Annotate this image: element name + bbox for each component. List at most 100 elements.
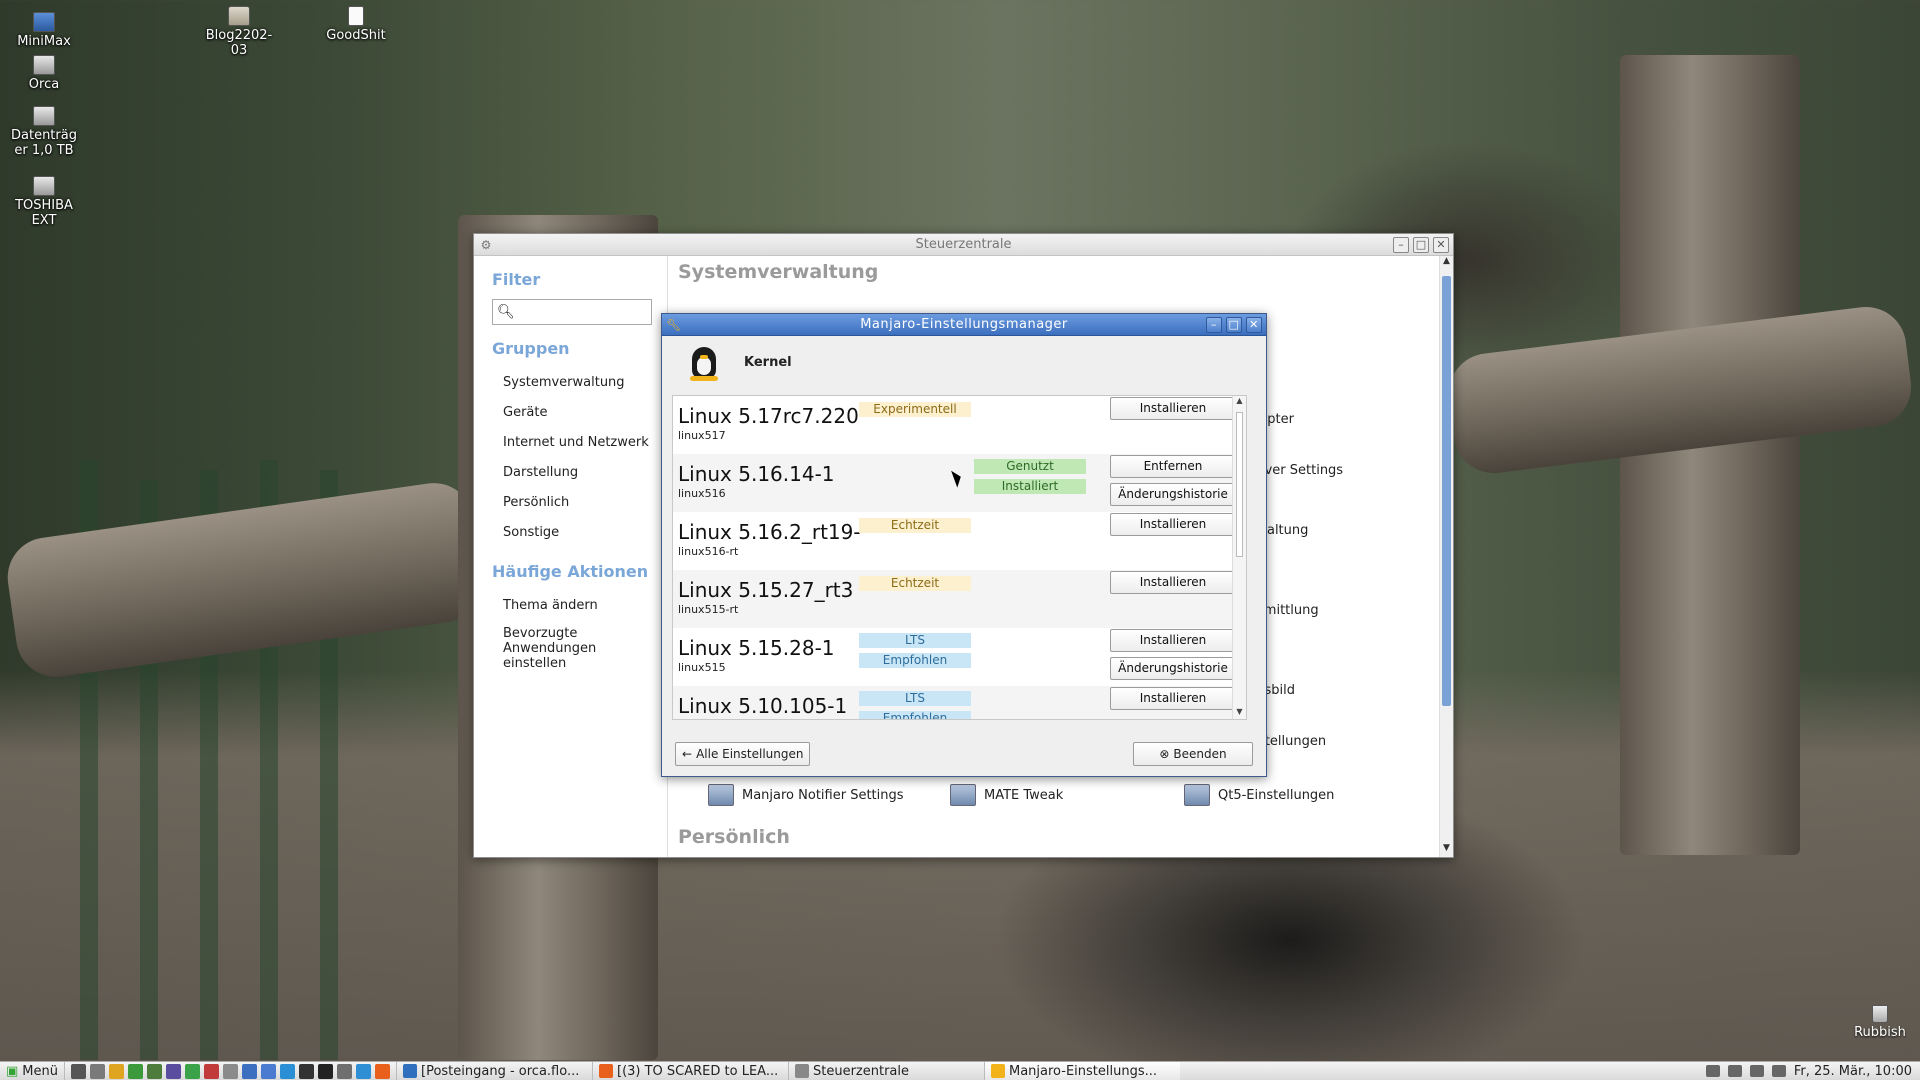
- task-manjaro-settings[interactable]: Manjaro-Einstellungs...: [984, 1061, 1180, 1080]
- group-internet[interactable]: Internet und Netzwerk: [474, 428, 667, 458]
- maximize-icon[interactable]: □: [1226, 317, 1242, 333]
- app-icon[interactable]: [109, 1063, 124, 1079]
- spreadsheet-icon[interactable]: [147, 1063, 162, 1079]
- minimize-icon[interactable]: –: [1393, 237, 1409, 253]
- settings-item-manjaro-notifier[interactable]: Manjaro Notifier Settings: [708, 784, 904, 806]
- install-button[interactable]: Installieren: [1110, 513, 1236, 536]
- computer-icon: [33, 12, 55, 32]
- desktop-icon-rubbish[interactable]: Rubbish: [1850, 1005, 1910, 1040]
- group-systemverwaltung[interactable]: Systemverwaltung: [474, 368, 667, 398]
- network-icon[interactable]: [1727, 1065, 1742, 1077]
- app-icon[interactable]: [223, 1063, 238, 1079]
- wooden-post: [1620, 55, 1800, 855]
- task-steuerzentrale[interactable]: Steuerzentrale: [788, 1061, 984, 1080]
- app-icon[interactable]: [185, 1063, 200, 1079]
- tux-penguin-icon: [686, 343, 722, 381]
- files-icon[interactable]: [90, 1063, 105, 1079]
- minimize-icon[interactable]: –: [1206, 317, 1222, 333]
- kernel-list: Linux 5.17rc7.220 linux517 Experimentell…: [672, 395, 1247, 720]
- quit-label: Beenden: [1173, 747, 1227, 761]
- quit-button[interactable]: ⊗ Beenden: [1133, 742, 1253, 766]
- settings-item-qt5[interactable]: Qt5-Einstellungen: [1184, 784, 1334, 806]
- scroll-up-icon[interactable]: ▲: [1233, 396, 1246, 408]
- terminal-icon[interactable]: [71, 1063, 86, 1079]
- changelog-button[interactable]: Änderungshistorie: [1110, 657, 1236, 680]
- scroll-down-icon[interactable]: ▼: [1233, 707, 1246, 719]
- section-title: Systemverwaltung: [678, 261, 879, 283]
- kernel-name: Linux 5.15.28-1: [678, 636, 835, 660]
- desktop-icon-blog[interactable]: Blog2202-03: [199, 6, 279, 58]
- filter-search-input[interactable]: 🔍︎: [492, 299, 652, 325]
- app-icon[interactable]: [128, 1063, 143, 1079]
- changelog-button[interactable]: Änderungshistorie: [1110, 483, 1236, 506]
- desktop-icon-label: Orca: [28, 77, 60, 92]
- window-titlebar[interactable]: ⚙ Steuerzentrale – □ ✕: [474, 234, 1453, 256]
- app-icon[interactable]: [166, 1063, 181, 1079]
- clock[interactable]: Fr, 25. Mär., 10:00: [1794, 1064, 1912, 1079]
- install-button[interactable]: Installieren: [1110, 571, 1236, 594]
- app-icon[interactable]: [318, 1063, 333, 1079]
- start-menu-button[interactable]: ▣ Menü: [0, 1061, 65, 1080]
- tag-recommended: Empfohlen: [859, 653, 971, 668]
- desktop-icon-drive[interactable]: Datenträg er 1,0 TB: [4, 106, 84, 158]
- install-button[interactable]: Installieren: [1110, 629, 1236, 652]
- desktop-icon-toshiba[interactable]: TOSHIBA EXT: [4, 176, 84, 228]
- close-icon[interactable]: ✕: [1433, 237, 1449, 253]
- action-theme[interactable]: Thema ändern: [474, 591, 667, 621]
- action-preferred-apps[interactable]: Bevorzugte Anwendungen einstellen: [474, 621, 634, 676]
- window-menu-icon[interactable]: ⚙: [478, 237, 494, 253]
- wrench-icon: [991, 1064, 1005, 1078]
- kernel-package: linux515-rt: [678, 603, 739, 616]
- kernel-row: Linux 5.15.27_rt3 linux515-rt Echtzeit I…: [673, 570, 1246, 628]
- audio-icon[interactable]: [1705, 1065, 1720, 1077]
- maximize-icon[interactable]: □: [1413, 237, 1429, 253]
- tweak-icon: [950, 784, 976, 806]
- kernel-list-scrollbar[interactable]: ▲ ▼: [1232, 396, 1246, 719]
- qt5-icon: [1184, 784, 1210, 806]
- desktop-icon-orca[interactable]: Orca: [4, 55, 84, 92]
- arrow-left-icon: ←: [682, 747, 693, 761]
- desktop-icon-label: Blog2202-03: [205, 28, 273, 58]
- browser-icon[interactable]: [280, 1063, 295, 1079]
- vertical-scrollbar[interactable]: ▲ ▼: [1439, 256, 1453, 857]
- group-geraete[interactable]: Geräte: [474, 398, 667, 428]
- app-icon[interactable]: [299, 1063, 314, 1079]
- document-icon[interactable]: [242, 1063, 257, 1079]
- task-thunderbird[interactable]: [Posteingang - orca.flo...: [396, 1061, 592, 1080]
- install-button[interactable]: Installieren: [1110, 397, 1236, 420]
- wrench-icon[interactable]: 🔧︎: [666, 317, 682, 333]
- tag-used: Genutzt: [974, 459, 1086, 474]
- remove-button[interactable]: Entfernen: [1110, 455, 1236, 478]
- window-titlebar[interactable]: 🔧︎ Manjaro-Einstellungsmanager – □ ✕: [662, 314, 1266, 336]
- settings-icon: [795, 1064, 809, 1078]
- group-persoenlich[interactable]: Persönlich: [474, 488, 667, 518]
- task-browser[interactable]: [(3) TO SCARED to LEA...: [592, 1061, 788, 1080]
- app-icon[interactable]: [204, 1063, 219, 1079]
- app-icon[interactable]: [337, 1063, 352, 1079]
- close-icon[interactable]: ✕: [1246, 317, 1262, 333]
- group-darstellung[interactable]: Darstellung: [474, 458, 667, 488]
- group-sonstige[interactable]: Sonstige: [474, 518, 667, 548]
- kernel-name: Linux 5.16.2_rt19-: [678, 520, 861, 544]
- groups-heading: Gruppen: [492, 339, 570, 358]
- app-icon[interactable]: [261, 1063, 276, 1079]
- settings-item-mate-tweak[interactable]: MATE Tweak: [950, 784, 1063, 806]
- app-icon[interactable]: [356, 1063, 371, 1079]
- scroll-down-icon[interactable]: ▼: [1440, 843, 1453, 857]
- camera-icon: [33, 55, 55, 75]
- scrollbar-thumb[interactable]: [1442, 276, 1451, 706]
- scroll-up-icon[interactable]: ▲: [1440, 256, 1453, 270]
- desktop-icon-minimax[interactable]: MiniMax: [4, 12, 84, 49]
- clipboard-icon[interactable]: [1771, 1065, 1786, 1077]
- update-icon[interactable]: [1749, 1065, 1764, 1077]
- sidebar: Filter 🔍︎ Gruppen Systemverwaltung Gerät…: [474, 256, 668, 857]
- scrollbar-thumb[interactable]: [1236, 412, 1243, 557]
- tag-installed: Installiert: [974, 479, 1086, 494]
- all-settings-button[interactable]: ← Alle Einstellungen: [675, 742, 811, 766]
- install-button[interactable]: Installieren: [1110, 687, 1236, 710]
- drive-icon: [33, 176, 55, 196]
- tag-experimental: Experimentell: [859, 402, 971, 417]
- firefox-icon[interactable]: [375, 1063, 390, 1079]
- settings-item-label: Qt5-Einstellungen: [1218, 787, 1335, 803]
- desktop-icon-goodshit[interactable]: GoodShit: [316, 6, 396, 43]
